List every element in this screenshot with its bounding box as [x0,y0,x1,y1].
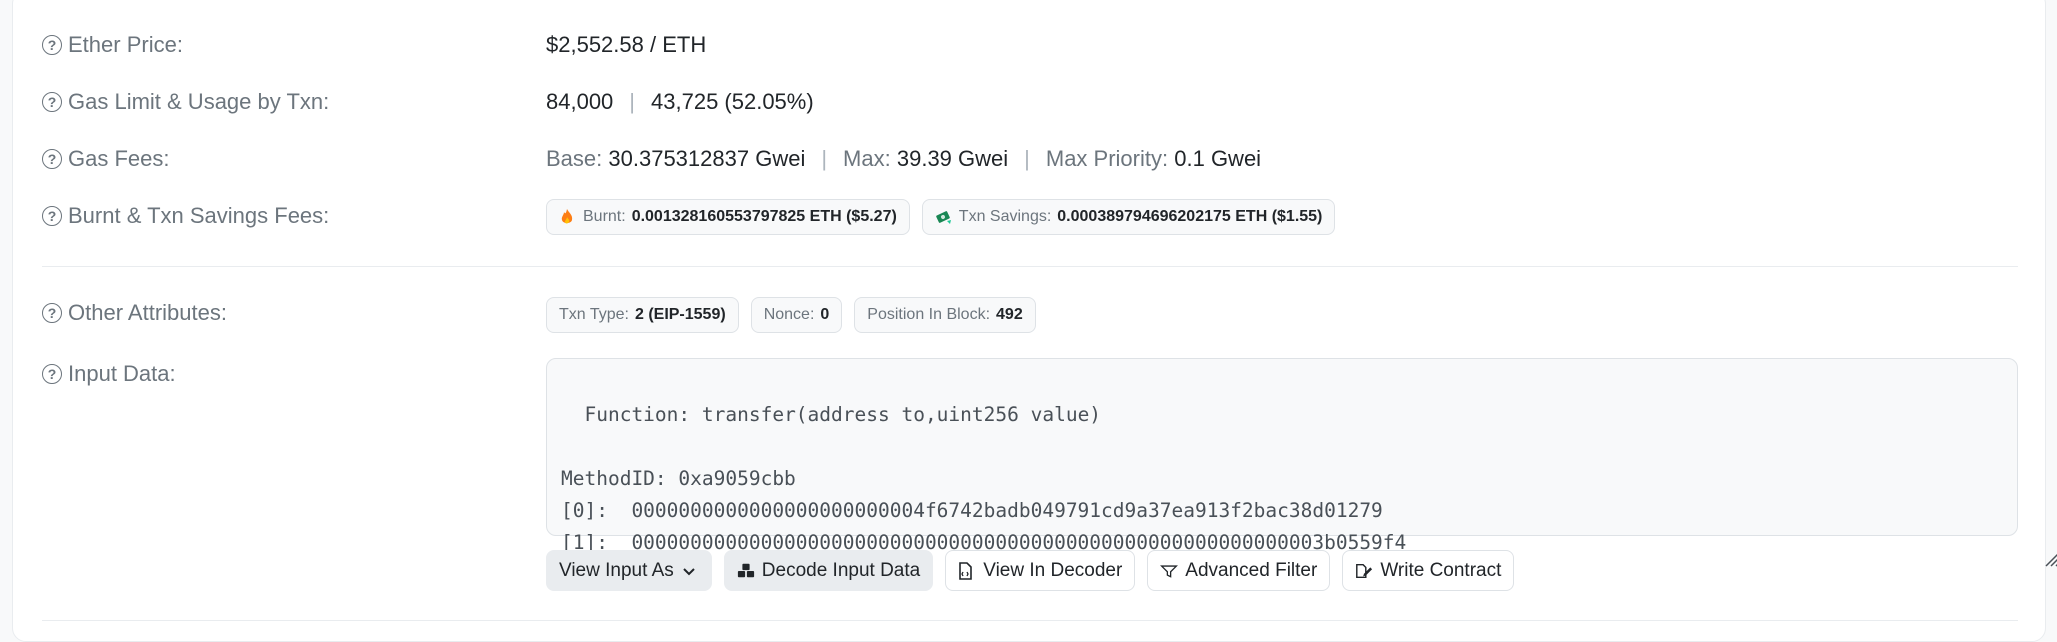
money-icon [935,208,953,226]
gas-limit-label-group: ? Gas Limit & Usage by Txn: [42,89,329,115]
section-divider [42,266,2018,267]
max-fee-label: Max: [843,146,891,171]
ether-price-value: $2,552.58 / ETH [546,32,707,57]
other-attributes-label-group: ? Other Attributes: [42,300,227,326]
nonce-label: Nonce: [763,306,815,323]
nonce-pill: Nonce: 0 [750,297,843,333]
burnt-value: 0.001328160553797825 ETH ($5.27) [631,208,897,225]
question-circle-icon[interactable]: ? [42,364,62,384]
filter-icon [1160,562,1179,580]
burnt-pill: Burnt: 0.001328160553797825 ETH ($5.27) [546,199,910,235]
separator: | [821,146,828,171]
gas-limit-value: 84,000 [546,89,614,114]
txn-savings-value: 0.000389794696202175 ETH ($1.55) [1057,208,1323,225]
burnt-fees-label-group: ? Burnt & Txn Savings Fees: [42,203,329,229]
question-circle-icon[interactable]: ? [42,149,62,169]
txn-savings-pill: Txn Savings: 0.000389794696202175 ETH ($… [921,199,1336,235]
base-fee-value: 30.375312837 Gwei [608,146,806,171]
section-divider [42,620,2018,621]
separator: | [1024,146,1030,171]
max-priority-value: 0.1 Gwei [1174,146,1262,171]
position-pill: Position In Block: 492 [854,297,1036,333]
question-circle-icon[interactable]: ? [42,35,62,55]
other-attributes-value-group: Txn Type: 2 (EIP-1559) Nonce: 0 Position… [546,297,1048,333]
write-contract-label: Write Contract [1380,559,1502,581]
edit-icon [1355,562,1373,580]
input-data-actions: View Input As Decode Input Data View In … [546,550,1515,591]
view-input-as-button[interactable]: View Input As [546,550,712,591]
chevron-down-icon [681,562,699,580]
file-code-icon [958,561,976,580]
ether-price-label: Ether Price: [68,32,183,57]
txn-savings-label: Txn Savings: [958,208,1052,225]
txn-type-value: 2 (EIP-1559) [634,306,726,323]
decode-input-data-label: Decode Input Data [761,559,921,581]
input-data-label-group: ? Input Data: [42,361,176,387]
input-data-label: Input Data: [68,361,176,386]
cubes-icon [737,562,755,580]
base-fee-label: Base: [546,146,603,171]
burnt-label: Burnt: [583,208,626,225]
ether-price-label-group: ? Ether Price: [42,32,183,58]
gas-limit-value-group: 84,000 | 43,725 (52.05%) [546,89,814,115]
advanced-filter-button[interactable]: Advanced Filter [1147,550,1331,591]
fire-icon [559,208,577,226]
position-label: Position In Block: [867,306,991,323]
input-data-textarea[interactable]: Function: transfer(address to,uint256 va… [546,358,2057,567]
max-fee-value: 39.39 Gwei [896,146,1009,171]
other-attributes-label: Other Attributes: [68,300,227,325]
ether-price-value-group: $2,552.58 / ETH [546,32,706,58]
max-priority-label: Max Priority: [1045,146,1169,171]
write-contract-button[interactable]: Write Contract [1342,550,1515,591]
burnt-fees-value-group: Burnt: 0.001328160553797825 ETH ($5.27) … [546,199,1347,235]
advanced-filter-label: Advanced Filter [1185,559,1318,581]
gas-fees-label-group: ? Gas Fees: [42,146,169,172]
resize-handle-icon[interactable] [1995,513,2057,567]
position-value: 492 [996,306,1023,323]
view-in-decoder-label: View In Decoder [983,559,1123,581]
gas-usage-value: 43,725 (52.05%) [651,89,814,114]
question-circle-icon[interactable]: ? [42,206,62,226]
separator: | [629,89,636,114]
input-data-text: Function: transfer(address to,uint256 va… [561,403,1407,554]
question-circle-icon[interactable]: ? [42,92,62,112]
nonce-value: 0 [820,306,830,323]
view-input-as-label: View Input As [559,559,674,581]
question-circle-icon[interactable]: ? [42,303,62,323]
txn-type-pill: Txn Type: 2 (EIP-1559) [546,297,739,333]
burnt-fees-label: Burnt & Txn Savings Fees: [68,203,330,228]
gas-fees-value-group: Base: 30.375312837 Gwei | Max: 39.39 Gwe… [546,146,1261,172]
view-in-decoder-button[interactable]: View In Decoder [945,550,1136,591]
gas-fees-label: Gas Fees: [68,146,170,171]
txn-type-label: Txn Type: [559,306,629,323]
gas-limit-label: Gas Limit & Usage by Txn: [68,89,330,114]
decode-input-data-button[interactable]: Decode Input Data [723,550,934,591]
